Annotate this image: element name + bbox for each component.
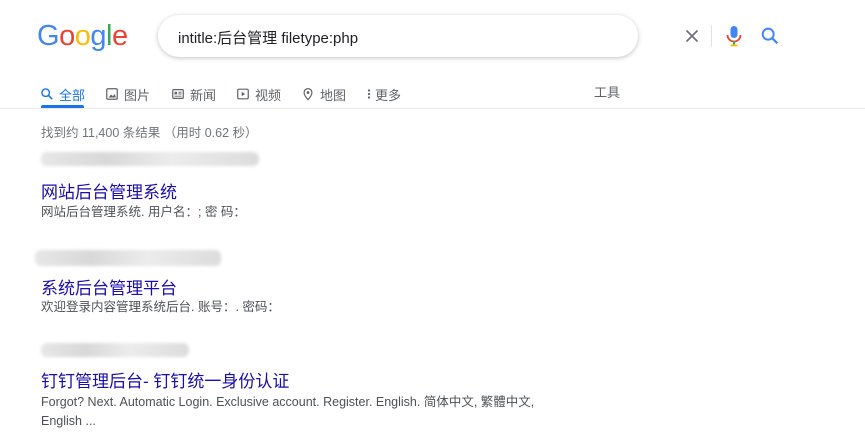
tab-images[interactable]: 图片: [105, 80, 150, 108]
search-result: 钉钉管理后台- 钉钉统一身份认证 Forgot? Next. Automatic…: [41, 343, 561, 428]
tab-label: 图片: [124, 87, 151, 103]
tab-label: 新闻: [190, 87, 217, 103]
tab-label: 视频: [255, 87, 282, 103]
microphone-icon[interactable]: [724, 24, 744, 48]
result-url-redacted: [41, 343, 189, 357]
header-divider: [0, 108, 865, 109]
logo-letter: e: [111, 20, 128, 52]
search-box[interactable]: intitle:后台管理 filetype:php: [158, 15, 779, 57]
logo-letter: G: [37, 20, 60, 52]
tab-more[interactable]: 更多: [366, 80, 401, 108]
result-url-redacted: [35, 250, 221, 266]
logo-letter: o: [74, 20, 91, 52]
logo-letter: o: [59, 20, 75, 52]
result-title-link[interactable]: 钉钉管理后台- 钉钉统一身份认证: [41, 367, 289, 392]
tab-news[interactable]: 新闻: [171, 80, 216, 108]
tab-label: 地图: [320, 87, 347, 103]
logo-letter: g: [90, 20, 106, 52]
close-icon[interactable]: [681, 25, 703, 47]
more-vert-icon: [367, 89, 371, 99]
tab-label: 更多: [375, 87, 402, 103]
result-title-link[interactable]: 网站后台管理系统: [41, 178, 177, 203]
video-icon: [237, 88, 249, 100]
map-pin-icon: [303, 87, 313, 101]
google-logo[interactable]: Google: [37, 20, 128, 53]
result-title-link[interactable]: 系统后台管理平台: [41, 274, 177, 299]
tab-all[interactable]: 全部: [40, 80, 85, 108]
result-stats: 找到约 11,400 条结果 （用时 0.62 秒）: [41, 126, 258, 140]
news-icon: [172, 89, 184, 99]
search-result: 系统后台管理平台 欢迎登录内容管理系统后台. 账号：. 密码：: [35, 250, 561, 314]
search-divider: [711, 25, 712, 47]
tab-maps[interactable]: 地图: [301, 80, 346, 108]
tab-videos[interactable]: 视频: [236, 80, 281, 108]
image-icon: [106, 88, 118, 100]
search-icon[interactable]: [759, 25, 781, 47]
search-result: 网站后台管理系统 网站后台管理系统. 用户名：; 密 码：: [41, 152, 561, 219]
result-url-redacted: [41, 152, 259, 166]
search-input[interactable]: intitle:后台管理 filetype:php: [178, 27, 358, 48]
search-icon: [41, 88, 53, 100]
result-snippet: 网站后台管理系统. 用户名：; 密 码：: [41, 205, 246, 219]
tab-label: 全部: [59, 87, 86, 103]
result-snippet: Forgot? Next. Automatic Login. Exclusive…: [41, 395, 535, 428]
result-snippet: 欢迎登录内容管理系统后台. 账号：. 密码：: [41, 300, 280, 314]
tools-button[interactable]: 工具: [594, 82, 620, 101]
